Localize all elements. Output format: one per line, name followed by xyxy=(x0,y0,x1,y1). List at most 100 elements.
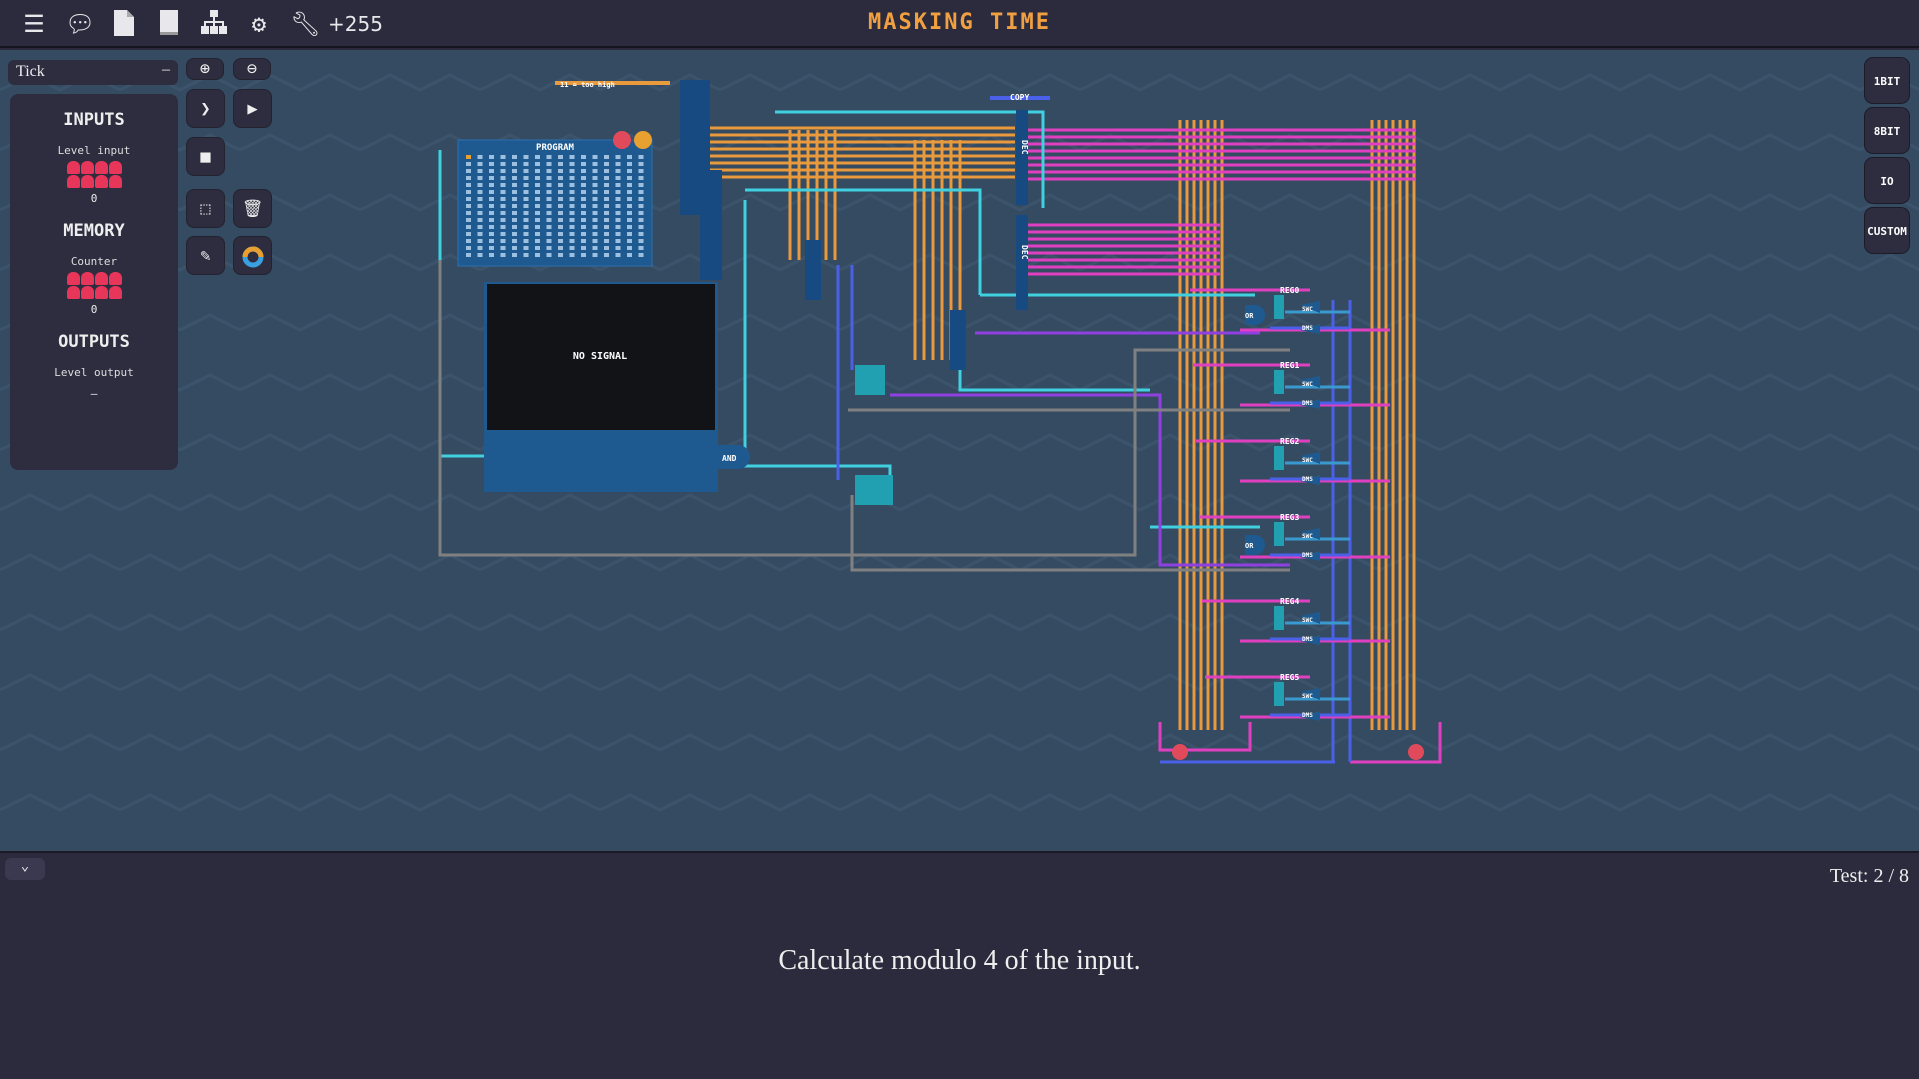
program-cell xyxy=(512,239,517,243)
program-cell xyxy=(604,197,609,201)
decoder-label: DEC xyxy=(1020,245,1029,260)
program-cell xyxy=(558,162,563,166)
program-cell xyxy=(604,253,609,257)
color-button[interactable] xyxy=(233,236,272,275)
program-label: PROGRAM xyxy=(536,143,575,153)
program-cell xyxy=(581,246,586,250)
program-cell xyxy=(627,211,632,215)
program-cell xyxy=(615,155,621,159)
program-cell xyxy=(569,246,575,250)
program-cell xyxy=(523,239,529,243)
circuit-diagram[interactable]: PROGRAM NO SIGNAL DEC DEC AND 11 = too h… xyxy=(0,50,1919,851)
select-button[interactable]: ⬚ xyxy=(186,189,225,228)
program-cell xyxy=(500,211,506,215)
program-cell xyxy=(638,183,644,187)
play-button[interactable]: ▶ xyxy=(233,89,272,128)
program-stop-button[interactable] xyxy=(613,131,631,149)
program-cell xyxy=(523,218,529,222)
program-cell xyxy=(477,253,483,257)
program-cell xyxy=(627,190,632,194)
program-cell xyxy=(581,197,586,201)
program-cell xyxy=(592,155,598,159)
program-cell xyxy=(500,197,506,201)
program-cell xyxy=(477,155,483,159)
zoom-out-button[interactable]: ⊖ xyxy=(233,58,271,80)
zoom-in-button[interactable]: ⊕ xyxy=(186,58,224,80)
program-cell xyxy=(615,190,621,194)
swc-label: SWC xyxy=(1302,457,1313,464)
tab-custom[interactable]: CUSTOM xyxy=(1864,207,1910,254)
pencil-button[interactable]: ✎ xyxy=(186,236,225,275)
register-component xyxy=(1274,682,1284,706)
program-cell xyxy=(535,183,540,187)
program-cell xyxy=(627,232,632,236)
program-cell xyxy=(512,225,517,229)
program-cell xyxy=(638,225,644,229)
program-cell xyxy=(535,211,540,215)
program-cell xyxy=(558,253,563,257)
circuit-canvas[interactable]: PROGRAM NO SIGNAL DEC DEC AND 11 = too h… xyxy=(0,50,1919,851)
program-cell xyxy=(638,204,644,208)
program-cell xyxy=(615,211,621,215)
program-edit-button[interactable] xyxy=(634,131,652,149)
level-title: MASKING TIME xyxy=(868,10,1051,35)
stop-button[interactable]: ■ xyxy=(186,137,225,176)
program-cell xyxy=(489,183,494,187)
program-cell xyxy=(581,176,586,180)
register-component xyxy=(1274,446,1284,470)
output-pin[interactable] xyxy=(1172,744,1188,760)
program-cell xyxy=(535,246,540,250)
program-cell xyxy=(489,239,494,243)
tab-1bit[interactable]: 1BIT xyxy=(1864,57,1910,104)
top-bar: ☰ 💬︎ ⚙ 🔧︎ +255 MASKING TIME xyxy=(0,0,1919,48)
program-cell xyxy=(477,232,483,236)
level-input-label: Level input xyxy=(57,144,131,157)
program-cell xyxy=(638,155,644,159)
dms-label: DMS xyxy=(1302,325,1313,332)
tick-collapse-button[interactable]: – xyxy=(162,61,170,79)
program-cell xyxy=(581,155,586,159)
program-cell xyxy=(569,232,575,236)
program-cell xyxy=(477,246,483,250)
program-cell xyxy=(592,176,598,180)
output-pin[interactable] xyxy=(1408,744,1424,760)
program-cell xyxy=(569,225,575,229)
collapse-panel-button[interactable]: ⌄ xyxy=(5,858,45,880)
program-cell xyxy=(569,204,575,208)
swc-label: SWC xyxy=(1302,533,1313,540)
program-cell xyxy=(477,239,483,243)
tab-io[interactable]: IO xyxy=(1864,157,1910,204)
program-cell xyxy=(615,246,621,250)
dms-label: DMS xyxy=(1302,712,1313,719)
counter-component[interactable] xyxy=(855,475,893,505)
program-cell xyxy=(604,183,609,187)
program-cell xyxy=(604,204,609,208)
tab-8bit[interactable]: 8BIT xyxy=(1864,107,1910,154)
program-cell xyxy=(604,162,609,166)
program-cell xyxy=(546,246,552,250)
delete-button[interactable]: 🗑︎ xyxy=(233,189,272,228)
program-cell xyxy=(535,253,540,257)
program-cell xyxy=(604,211,609,215)
program-cell xyxy=(615,162,621,166)
step-button[interactable]: ❯ xyxy=(186,89,225,128)
program-cell xyxy=(581,204,586,208)
program-cell xyxy=(615,169,621,173)
program-cell xyxy=(604,176,609,180)
program-cell xyxy=(489,232,494,236)
program-cell xyxy=(592,197,598,201)
program-cell xyxy=(535,232,540,236)
alu-component[interactable] xyxy=(855,365,885,395)
program-cell xyxy=(569,155,575,159)
tick-selector[interactable]: Tick – xyxy=(8,60,178,85)
program-cell xyxy=(604,225,609,229)
program-cell xyxy=(466,197,471,201)
program-component[interactable] xyxy=(457,139,653,267)
program-cell xyxy=(558,211,563,215)
program-cell xyxy=(569,253,575,257)
program-cell xyxy=(569,176,575,180)
program-cell xyxy=(523,176,529,180)
program-cell xyxy=(535,239,540,243)
program-cell xyxy=(546,183,552,187)
program-cell xyxy=(500,176,506,180)
